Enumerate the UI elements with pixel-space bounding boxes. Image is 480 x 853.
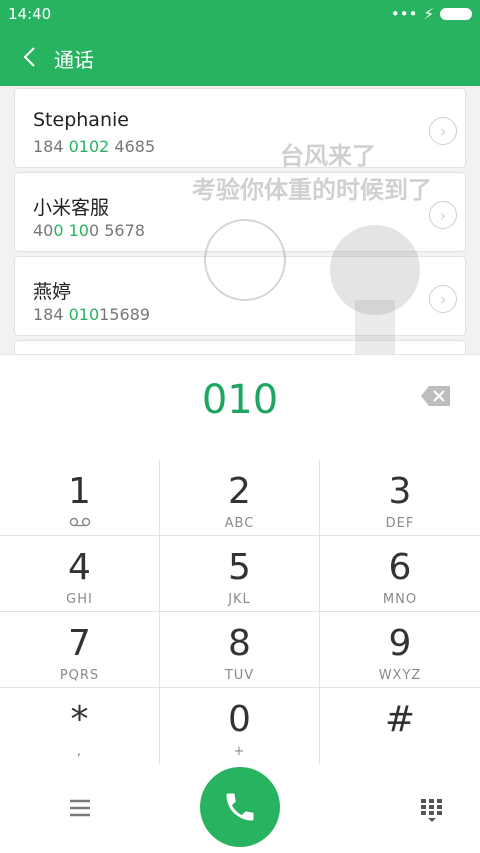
key-8[interactable]: 8 TUV [160,612,320,688]
menu-icon [70,799,90,817]
key-3[interactable]: 3 DEF [320,460,480,536]
dialpad-icon [421,799,442,822]
voicemail-icon [0,516,159,531]
status-bar: 14:40 ••• ⚡ [0,0,480,28]
contact-number: 184 01015689 [33,305,151,324]
key-5[interactable]: 5 JKL [160,536,320,612]
more-dots-icon: ••• [390,5,418,23]
backspace-button[interactable] [420,385,452,407]
status-icons: ••• ⚡ [391,5,472,23]
keypad: 1 2 ABC 3 DEF 4 GHI 5 JKL 6 MNO 7 PQRS 8… [0,460,480,764]
back-button[interactable] [14,40,44,74]
chevron-right-icon: › [439,289,447,309]
charging-icon: ⚡ [423,5,434,23]
contact-card[interactable]: 燕婷 184 01015689 › [14,256,466,336]
key-6[interactable]: 6 MNO [320,536,480,612]
chevron-right-icon: › [439,205,447,225]
dialed-number: 010 [201,377,279,423]
key-2[interactable]: 2 ABC [160,460,320,536]
menu-button[interactable] [64,794,96,822]
backspace-icon [421,386,450,406]
key-hash[interactable]: # [320,688,480,764]
battery-icon [440,8,472,20]
chevron-right-icon: › [439,121,447,141]
call-button[interactable] [200,767,280,847]
key-4[interactable]: 4 GHI [0,536,160,612]
key-7[interactable]: 7 PQRS [0,612,160,688]
contact-name: 小米客服 [33,197,110,219]
contact-detail-button[interactable]: › [429,201,457,229]
key-star[interactable]: * , [0,688,160,764]
app-bar: 通话 [0,28,480,86]
phone-icon [226,793,254,821]
contact-card-partial[interactable] [14,340,466,354]
contact-name: Stephanie [33,109,129,131]
contact-name: 燕婷 [33,281,72,303]
contact-number: 400 100 5678 [33,221,145,240]
back-arrow-icon [23,47,35,67]
key-0[interactable]: 0 + [160,688,320,764]
key-9[interactable]: 9 WXYZ [320,612,480,688]
key-1[interactable]: 1 [0,460,160,536]
contact-number: 184 0102 4685 [33,137,156,156]
status-time: 14:40 [8,5,52,23]
contact-suggestions: Stephanie 184 0102 4685 › 小米客服 400 100 5… [0,86,480,354]
dialpad-toggle-button[interactable] [418,796,446,824]
contact-card[interactable]: 小米客服 400 100 5678 › [14,172,466,252]
contact-card[interactable]: Stephanie 184 0102 4685 › [14,88,466,168]
contact-detail-button[interactable]: › [429,117,457,145]
bottom-action-bar [0,764,480,853]
contact-detail-button[interactable]: › [429,285,457,313]
dial-display: 010 [0,354,480,460]
page-title: 通话 [54,48,94,72]
